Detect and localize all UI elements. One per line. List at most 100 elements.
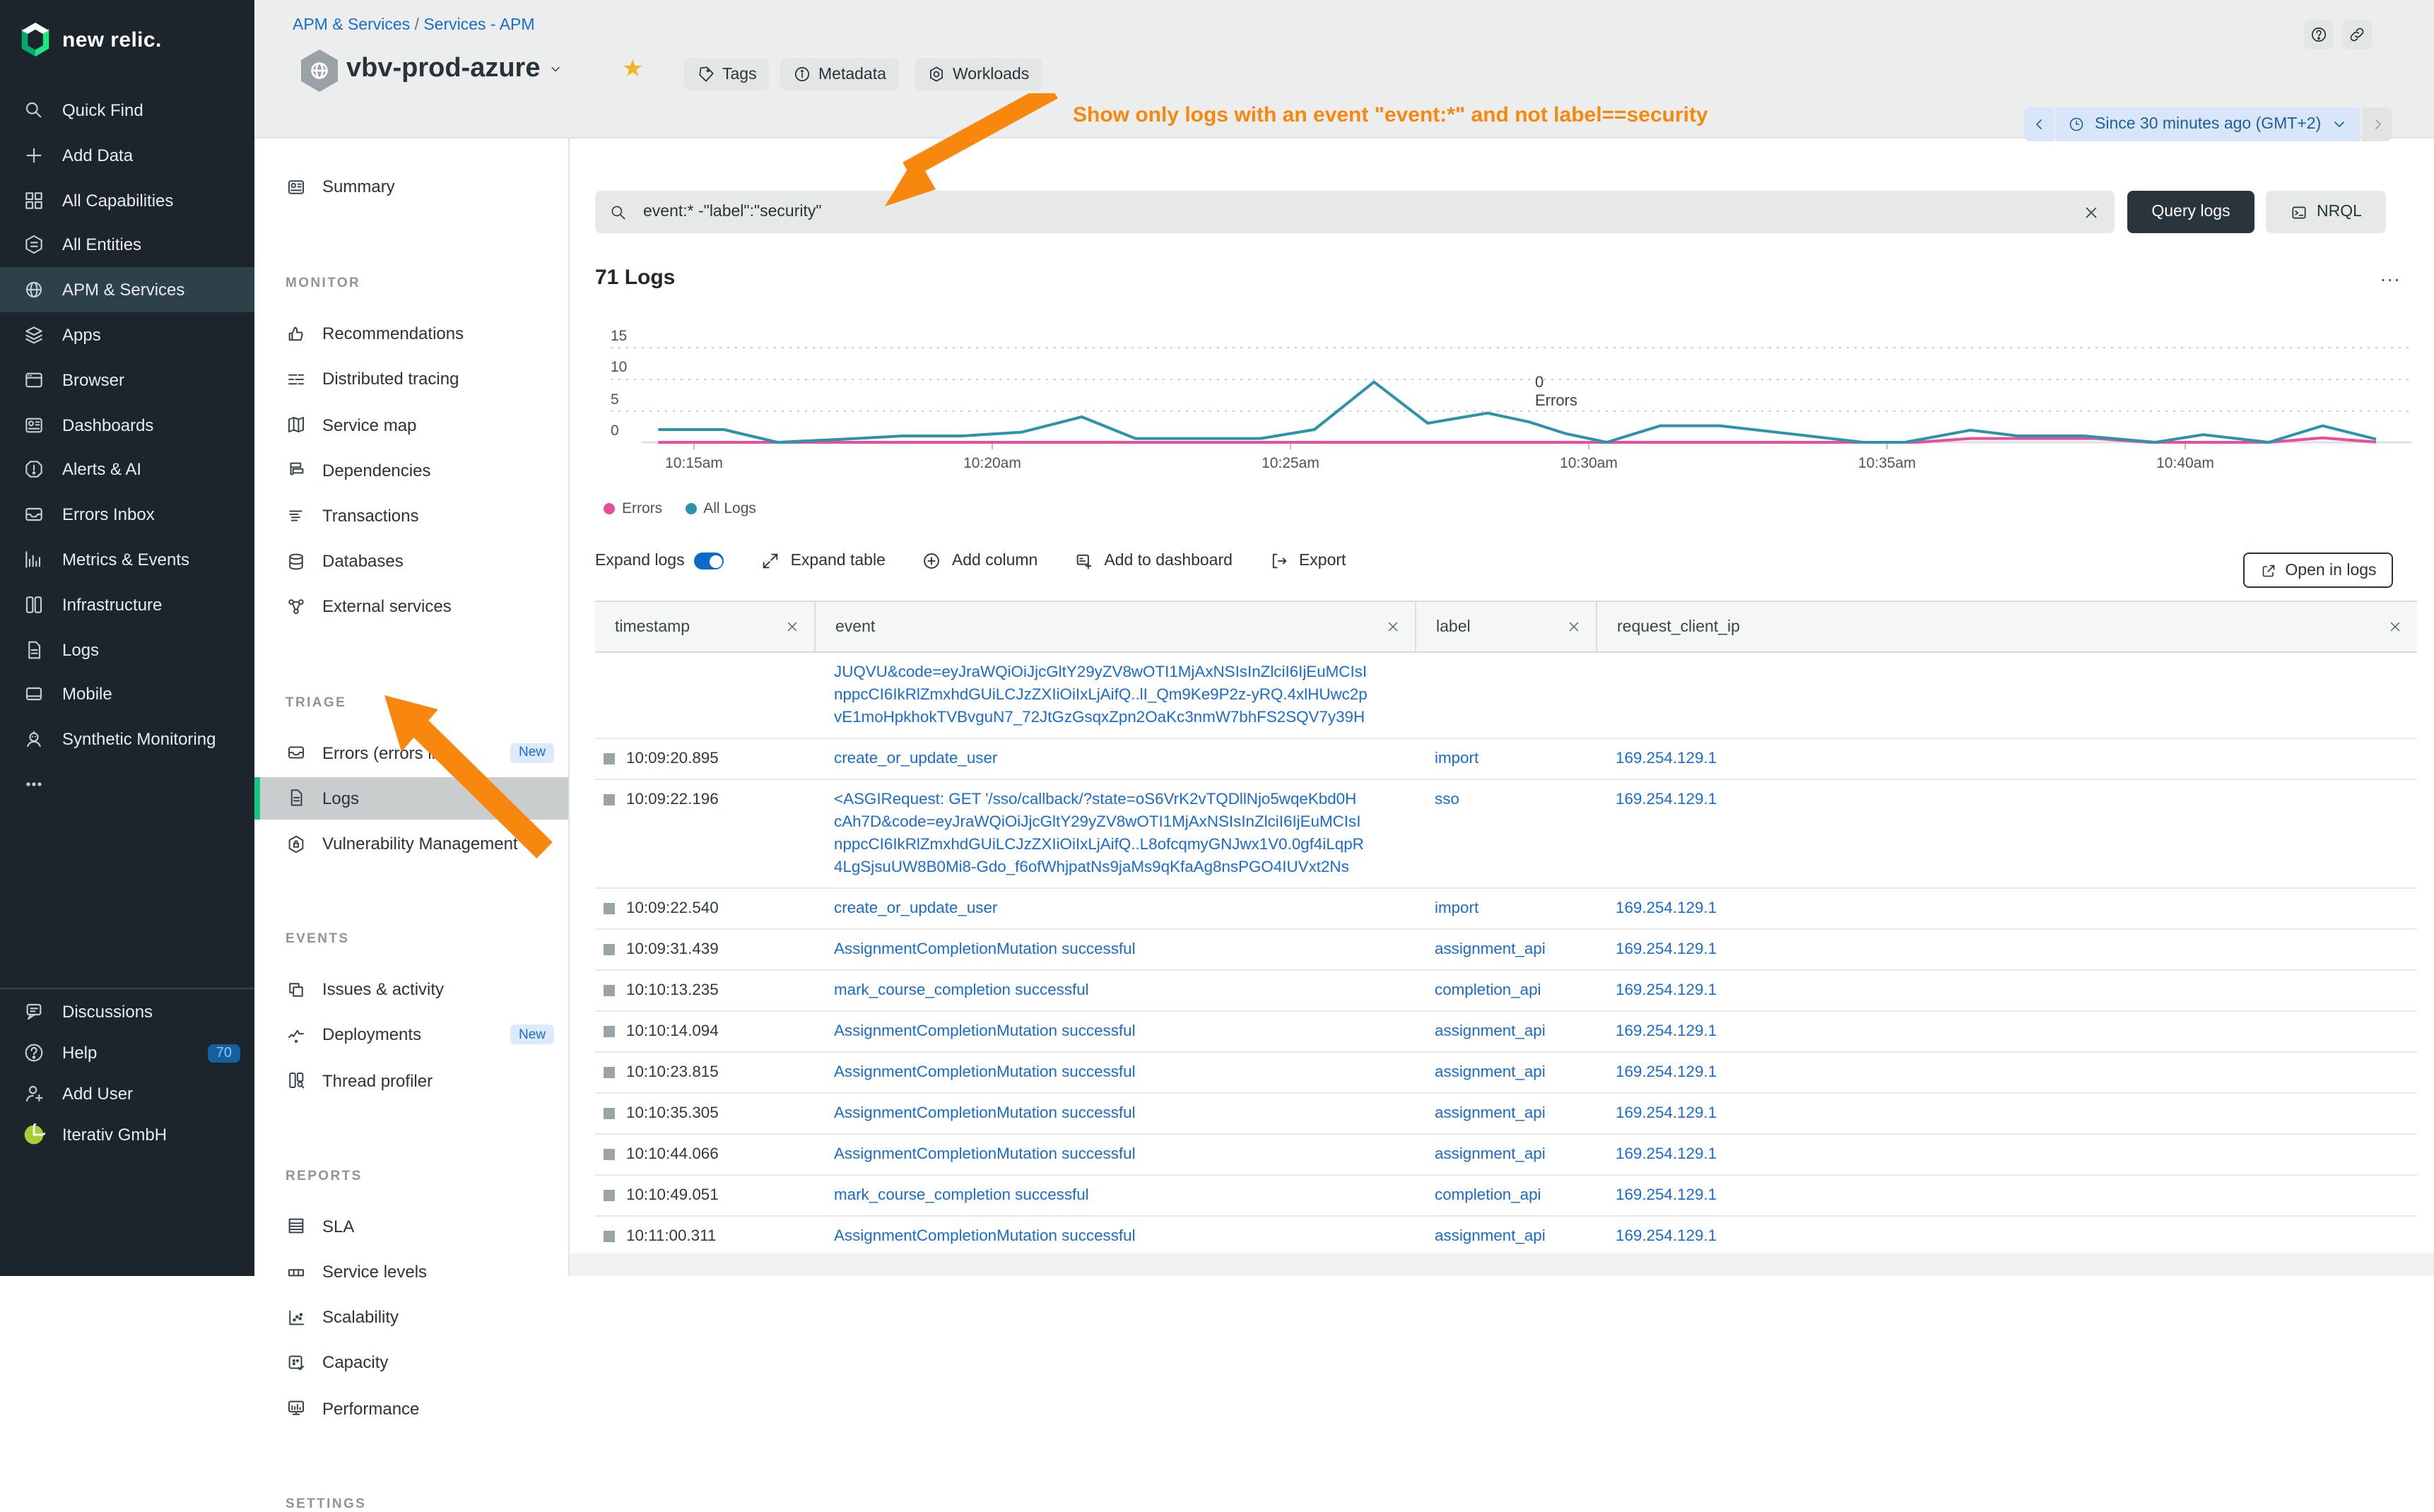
subnav-item-errors-errors-inb[interactable]: Errors (errors inb...New: [254, 731, 568, 774]
row-marker-icon[interactable]: [604, 1231, 615, 1242]
event-link[interactable]: mark_course_completion successful: [834, 979, 1401, 1002]
table-row[interactable]: 10:10:44.066AssignmentCompletionMutation…: [595, 1135, 2417, 1176]
sidebar-item-apm-services[interactable]: APM & Services: [0, 267, 254, 312]
subnav-item-logs[interactable]: Logs: [254, 777, 568, 820]
table-row[interactable]: 10:10:49.051mark_course_completion succe…: [595, 1176, 2417, 1217]
expand-logs-toggle[interactable]: Expand logs: [595, 553, 724, 569]
label-link[interactable]: completion_api: [1435, 982, 1541, 999]
subnav-item-performance[interactable]: Performance: [254, 1387, 568, 1429]
event-link[interactable]: create_or_update_user: [834, 897, 1401, 920]
subnav-item-sla[interactable]: SLA: [254, 1205, 568, 1248]
subnav-item-dependencies[interactable]: Dependencies: [254, 449, 568, 492]
sidebar-item-quick-find[interactable]: Quick Find: [0, 88, 254, 133]
label-link[interactable]: sso: [1435, 791, 1459, 808]
label-link[interactable]: assignment_api: [1435, 1023, 1546, 1040]
query-logs-button[interactable]: Query logs: [2127, 191, 2254, 233]
ip-link[interactable]: 169.254.129.1: [1616, 750, 1717, 767]
table-row[interactable]: 10:10:14.094AssignmentCompletionMutation…: [595, 1012, 2417, 1053]
ip-link[interactable]: 169.254.129.1: [1616, 1105, 1717, 1122]
table-row[interactable]: 10:10:23.815AssignmentCompletionMutation…: [595, 1053, 2417, 1094]
sidebar-item-all-entities[interactable]: All Entities: [0, 223, 254, 268]
remove-column-icon[interactable]: [1385, 619, 1401, 634]
remove-column-icon[interactable]: [2387, 619, 2403, 634]
ip-link[interactable]: 169.254.129.1: [1616, 900, 1717, 917]
event-link[interactable]: cAh7D&code=eyJraWQiOiJjcGltY29yZV8wOTI1M…: [834, 811, 1401, 834]
sidebar-item-apps[interactable]: Apps: [0, 312, 254, 358]
add-column-button[interactable]: Add column: [922, 551, 1037, 571]
sidebar-item-dashboards[interactable]: Dashboards: [0, 402, 254, 447]
table-row[interactable]: 10:09:20.895create_or_update_userimport1…: [595, 739, 2417, 780]
help-icon-button[interactable]: [2304, 20, 2334, 49]
legend-item-all-logs[interactable]: All Logs: [685, 500, 756, 517]
row-marker-icon[interactable]: [604, 1108, 615, 1119]
ip-link[interactable]: 169.254.129.1: [1616, 791, 1717, 808]
subnav-item-external-services[interactable]: External services: [254, 586, 568, 628]
label-link[interactable]: assignment_api: [1435, 1064, 1546, 1081]
subnav-item-issues-activity[interactable]: Issues & activity: [254, 968, 568, 1010]
row-marker-icon[interactable]: [604, 985, 615, 996]
label-link[interactable]: assignment_api: [1435, 941, 1546, 958]
ip-link[interactable]: 169.254.129.1: [1616, 941, 1717, 958]
remove-column-icon[interactable]: [1566, 619, 1582, 634]
label-link[interactable]: assignment_api: [1435, 1228, 1546, 1245]
sidebar-footer-help[interactable]: Help70: [0, 1030, 254, 1075]
subnav-item-databases[interactable]: Databases: [254, 540, 568, 582]
event-link[interactable]: AssignmentCompletionMutation successful: [834, 1102, 1401, 1125]
chart-menu-button[interactable]: ...: [2380, 263, 2401, 285]
subnav-item-summary[interactable]: Summary: [254, 165, 568, 208]
subnav-item-scalability[interactable]: Scalability: [254, 1296, 568, 1338]
column-header-timestamp[interactable]: timestamp: [595, 602, 814, 651]
time-range-button[interactable]: Since 30 minutes ago (GMT+2): [2055, 107, 2360, 141]
time-forward-button[interactable]: [2362, 107, 2392, 141]
sidebar-item-infrastructure[interactable]: Infrastructure: [0, 582, 254, 627]
sidebar-item-synthetic-monitoring[interactable]: Synthetic Monitoring: [0, 716, 254, 762]
table-row[interactable]: JUQVU&code=eyJraWQiOiJjcGltY29yZV8wOTI1M…: [595, 653, 2417, 739]
subnav-item-recommendations[interactable]: Recommendations: [254, 312, 568, 355]
legend-item-errors[interactable]: Errors: [604, 500, 662, 517]
column-header-label[interactable]: label: [1415, 602, 1596, 651]
sidebar-item-logs[interactable]: Logs: [0, 627, 254, 672]
table-row[interactable]: 10:10:35.305AssignmentCompletionMutation…: [595, 1094, 2417, 1135]
nrql-button[interactable]: NRQL: [2266, 191, 2386, 233]
table-row[interactable]: 10:09:22.540create_or_update_userimport1…: [595, 889, 2417, 930]
new-relic-logo[interactable]: new relic.: [18, 21, 162, 58]
sidebar-item-errors-inbox[interactable]: Errors Inbox: [0, 492, 254, 537]
subnav-item-thread-profiler[interactable]: Thread profiler: [254, 1059, 568, 1101]
table-row[interactable]: 10:09:22.196<ASGIRequest: GET '/sso/call…: [595, 780, 2417, 889]
label-link[interactable]: import: [1435, 750, 1478, 767]
row-marker-icon[interactable]: [604, 1067, 615, 1078]
ip-link[interactable]: 169.254.129.1: [1616, 982, 1717, 999]
log-query-input[interactable]: [640, 202, 2082, 222]
row-marker-icon[interactable]: [604, 1026, 615, 1037]
subnav-item-transactions[interactable]: Transactions: [254, 495, 568, 537]
row-marker-icon[interactable]: [604, 944, 615, 955]
event-link[interactable]: nppcCI6IkRlZmxhdGUiLCJzZXIiOiIxLjAifQ..L…: [834, 834, 1401, 856]
table-row[interactable]: 10:11:00.311AssignmentCompletionMutation…: [595, 1217, 2417, 1258]
tags-button[interactable]: Tags: [684, 58, 770, 90]
row-marker-icon[interactable]: [604, 903, 615, 914]
column-header-request-client-ip[interactable]: request_client_ip: [1596, 602, 2417, 651]
sidebar-item-more[interactable]: [0, 762, 254, 807]
remove-column-icon[interactable]: [784, 619, 800, 634]
sidebar-item-browser[interactable]: Browser: [0, 358, 254, 403]
event-link[interactable]: nppcCI6IkRlZmxhdGUiLCJzZXIiOiIxLjAifQ..l…: [834, 684, 1401, 707]
column-header-event[interactable]: event: [814, 602, 1415, 651]
label-link[interactable]: assignment_api: [1435, 1146, 1546, 1163]
sidebar-footer-discussions[interactable]: Discussions: [0, 989, 254, 1034]
entity-title[interactable]: vbv-prod-azure: [346, 54, 563, 85]
subnav-item-vulnerability-management[interactable]: Vulnerability Management: [254, 822, 568, 865]
event-link[interactable]: AssignmentCompletionMutation successful: [834, 1143, 1401, 1166]
event-link[interactable]: vE1moHpkhokTVBvguN7_72JtGzGsqxZpn2OaKc3n…: [834, 707, 1401, 729]
metadata-button[interactable]: Metadata: [780, 58, 899, 90]
time-back-button[interactable]: [2024, 107, 2054, 141]
export-button[interactable]: Export: [1269, 551, 1346, 571]
breadcrumb-apm-services[interactable]: APM & Services: [293, 17, 410, 34]
sidebar-footer-iterativ-gmbh[interactable]: Iterativ GmbH: [0, 1112, 254, 1157]
breadcrumb-services-apm[interactable]: Services - APM: [423, 17, 534, 34]
table-row[interactable]: 10:10:13.235mark_course_completion succe…: [595, 971, 2417, 1012]
add-to-dashboard-button[interactable]: Add to dashboard: [1074, 551, 1233, 571]
subnav-item-distributed-tracing[interactable]: Distributed tracing: [254, 358, 568, 401]
row-marker-icon[interactable]: [604, 1149, 615, 1160]
expand-table-button[interactable]: Expand table: [761, 551, 886, 571]
workloads-button[interactable]: Workloads: [915, 58, 1042, 90]
